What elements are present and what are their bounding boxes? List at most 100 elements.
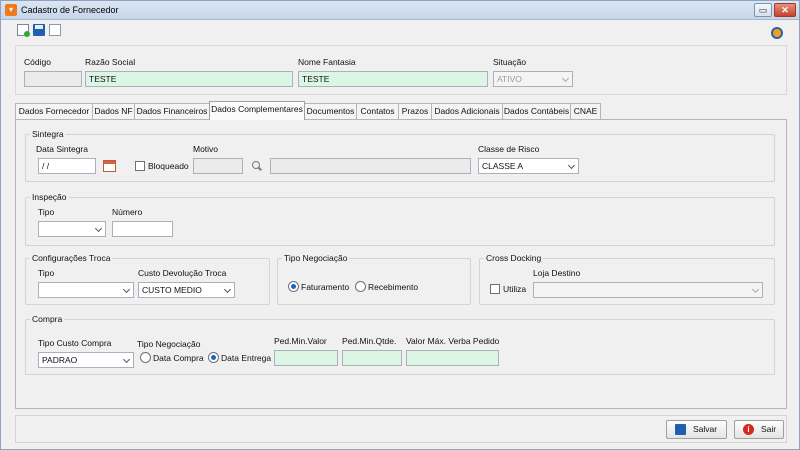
nome-fantasia-label: Nome Fantasia — [298, 57, 356, 67]
tab-dados-nf[interactable]: Dados NF — [92, 103, 135, 119]
utiliza-label: Utiliza — [503, 284, 527, 294]
loja-destino-label: Loja Destino — [533, 268, 581, 278]
chevron-down-icon — [751, 285, 760, 294]
inspecao-tipo-label: Tipo — [38, 207, 55, 217]
situacao-value: ATIVO — [497, 74, 522, 84]
config-troca-group: Configurações Troca Tipo Custo Devolução… — [25, 253, 270, 305]
footer-bar: Salvar i Sair — [15, 415, 787, 443]
tab-documentos[interactable]: Documentos — [304, 103, 357, 119]
loja-destino-select[interactable] — [533, 282, 763, 298]
chevron-down-icon — [122, 285, 131, 294]
faturamento-radio[interactable] — [288, 281, 299, 292]
ped-min-qtde-label: Ped.Min.Qtde. — [342, 336, 397, 346]
header-panel: Código Razão Social TESTE Nome Fantasia … — [15, 45, 787, 95]
help-icon[interactable] — [771, 27, 783, 39]
save-icon — [675, 424, 686, 435]
ped-min-valor-label: Ped.Min.Valor — [274, 336, 327, 346]
sintegra-group: Sintegra Data Sintegra / / Bloqueado Mot… — [25, 129, 775, 182]
data-compra-radio[interactable] — [140, 352, 151, 363]
cross-docking-group: Cross Docking Utiliza Loja Destino — [479, 253, 775, 305]
troca-tipo-label: Tipo — [38, 268, 55, 278]
ped-min-qtde-field[interactable] — [342, 350, 402, 366]
inspecao-tipo-select[interactable] — [38, 221, 106, 237]
nome-fantasia-field[interactable]: TESTE — [298, 71, 488, 87]
tipo-negociacao-title: Tipo Negociação — [282, 253, 350, 263]
data-entrega-radio[interactable] — [208, 352, 219, 363]
cross-docking-title: Cross Docking — [484, 253, 544, 263]
tab-cnae[interactable]: CNAE — [570, 103, 601, 119]
data-sintegra-field[interactable]: / / — [38, 158, 96, 174]
bloqueado-checkbox[interactable] — [135, 161, 145, 171]
tipo-custo-compra-value: PADRAO — [42, 355, 78, 365]
exit-button-label: Sair — [761, 424, 777, 434]
compra-group: Compra Tipo Custo Compra PADRAO Tipo Neg… — [25, 314, 775, 375]
restore-button[interactable]: ▭ — [754, 3, 772, 17]
tab-dados-complementares[interactable]: Dados Complementares — [209, 101, 305, 120]
sintegra-title: Sintegra — [30, 129, 66, 139]
new-document-icon[interactable] — [17, 24, 30, 37]
tipo-custo-compra-label: Tipo Custo Compra — [38, 338, 112, 348]
custo-devolucao-label: Custo Devolução Troca — [138, 268, 227, 278]
tab-dados-contabeis[interactable]: Dados Contábeis — [502, 103, 571, 119]
chevron-down-icon — [94, 224, 103, 233]
tab-prazos[interactable]: Prazos — [398, 103, 432, 119]
save-button[interactable]: Salvar — [666, 420, 727, 439]
data-entrega-label: Data Entrega — [221, 353, 272, 363]
motivo-description-field[interactable] — [270, 158, 471, 174]
numero-field[interactable] — [112, 221, 173, 237]
classe-risco-value: CLASSE A — [482, 161, 524, 171]
data-compra-label: Data Compra — [153, 353, 204, 363]
chevron-down-icon — [122, 355, 131, 364]
tab-contatos[interactable]: Contatos — [356, 103, 399, 119]
exit-button[interactable]: i Sair — [734, 420, 784, 439]
window: ▾ Cadastro de Fornecedor ▭ ✕ Código Razã… — [0, 0, 800, 450]
compra-title: Compra — [30, 314, 65, 324]
numero-label: Número — [112, 207, 143, 217]
utiliza-checkbox[interactable] — [490, 284, 500, 294]
razao-social-label: Razão Social — [85, 57, 136, 67]
custo-devolucao-value: CUSTO MEDIO — [142, 285, 202, 295]
search-icon[interactable] — [252, 161, 262, 171]
classe-risco-select[interactable]: CLASSE A — [478, 158, 579, 174]
tab-dados-financeiros[interactable]: Dados Financeiros — [134, 103, 210, 119]
tab-dados-fornecedor[interactable]: Dados Fornecedor — [15, 103, 93, 119]
compra-tipo-negociacao-label: Tipo Negociação — [137, 339, 201, 349]
blank-document-icon[interactable] — [49, 24, 61, 36]
custo-devolucao-select[interactable]: CUSTO MEDIO — [138, 282, 235, 298]
close-button[interactable]: ✕ — [774, 3, 796, 17]
ped-min-valor-field[interactable] — [274, 350, 338, 366]
situacao-label: Situação — [493, 57, 527, 67]
bloqueado-label: Bloqueado — [148, 161, 189, 171]
motivo-label: Motivo — [193, 144, 219, 154]
troca-tipo-select[interactable] — [38, 282, 134, 298]
tipo-custo-compra-select[interactable]: PADRAO — [38, 352, 134, 368]
classe-risco-label: Classe de Risco — [478, 144, 540, 154]
inspecao-group: Inspeção Tipo Número — [25, 192, 775, 246]
config-troca-title: Configurações Troca — [30, 253, 113, 263]
recebimento-label: Recebimento — [368, 282, 419, 292]
valor-max-verba-field[interactable] — [406, 350, 499, 366]
tab-dados-adicionais[interactable]: Dados Adicionais — [431, 103, 503, 119]
inspecao-title: Inspeção — [30, 192, 69, 202]
exit-icon: i — [743, 424, 754, 435]
title-bar: ▾ Cadastro de Fornecedor ▭ ✕ — [1, 1, 799, 20]
faturamento-label: Faturamento — [301, 282, 350, 292]
razao-social-field[interactable]: TESTE — [85, 71, 293, 87]
save-icon[interactable] — [33, 24, 45, 36]
codigo-field[interactable] — [24, 71, 82, 87]
motivo-code-field[interactable] — [193, 158, 243, 174]
chevron-down-icon — [567, 161, 576, 170]
valor-max-verba-label: Valor Máx. Verba Pedido — [406, 336, 500, 346]
recebimento-radio[interactable] — [355, 281, 366, 292]
app-menu-icon[interactable]: ▾ — [5, 4, 17, 16]
situacao-select[interactable]: ATIVO — [493, 71, 573, 87]
save-button-label: Salvar — [693, 424, 718, 434]
calendar-icon[interactable] — [103, 160, 116, 172]
tipo-negociacao-group: Tipo Negociação Faturamento Recebimento — [277, 253, 471, 305]
chevron-down-icon — [561, 74, 570, 83]
window-title: Cadastro de Fornecedor — [21, 5, 119, 15]
data-sintegra-label: Data Sintegra — [36, 144, 88, 154]
tab-content-dados-complementares: Sintegra Data Sintegra / / Bloqueado Mot… — [15, 119, 787, 409]
codigo-label: Código — [24, 57, 51, 67]
chevron-down-icon — [223, 285, 232, 294]
